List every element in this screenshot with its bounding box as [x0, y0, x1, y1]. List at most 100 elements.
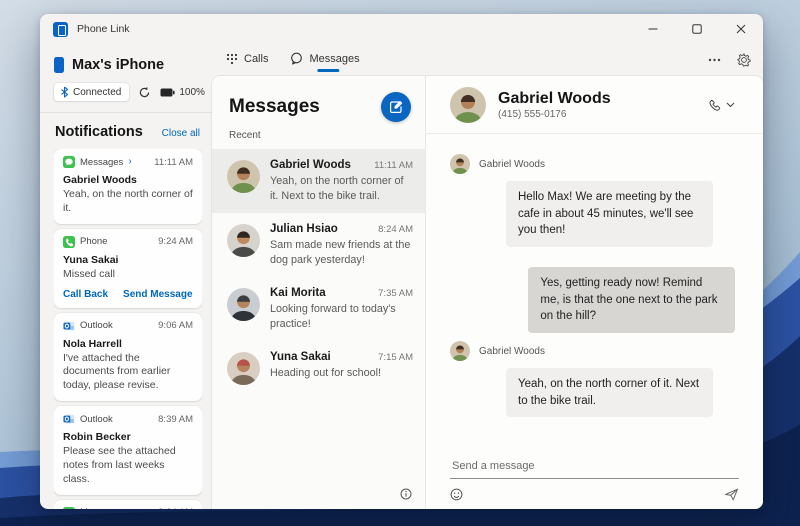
connected-status: Connected	[54, 83, 129, 101]
notification-app-name: Outlook	[80, 414, 113, 425]
message-input[interactable]	[450, 454, 739, 479]
contact-avatar	[450, 87, 486, 123]
notification-card[interactable]: Messages › 8:24 AM Julian Hsiao Sam made…	[54, 500, 202, 509]
chat-message-thread: Gabriel WoodsHello Max! We are meeting b…	[426, 134, 763, 454]
outgoing-message-row: Yes, getting ready now! Remind me, is th…	[450, 267, 737, 333]
notifications-title: Notifications	[55, 124, 143, 140]
conversation-avatar	[227, 288, 260, 321]
conversation-list: Gabriel Woods 11:11 AM Yeah, on the nort…	[212, 149, 425, 509]
notification-time: 11:11 AM	[154, 157, 193, 168]
message-sender-row: Gabriel Woods	[450, 341, 737, 361]
device-header: Max's iPhone	[54, 57, 202, 73]
conversation-item[interactable]: Kai Morita 7:35 AM Looking forward to to…	[212, 277, 425, 341]
conversation-preview: Looking forward to today's practice!	[270, 302, 413, 331]
refresh-button[interactable]	[138, 86, 151, 99]
notification-body: Yeah, on the north corner of it.	[63, 188, 193, 216]
notification-app-name: Outlook	[80, 320, 113, 331]
sidebar-divider	[40, 112, 212, 113]
outlook-app-icon	[63, 413, 75, 425]
notification-card[interactable]: Outlook › 8:39 AM Robin Becker Please se…	[54, 406, 202, 495]
conversation-preview: Yeah, on the north corner of it. Next to…	[270, 174, 413, 203]
chat-bubble-icon	[290, 52, 303, 65]
sender-name: Gabriel Woods	[479, 346, 545, 357]
messages-app-icon	[63, 507, 75, 509]
notification-body: Please see the attached notes from last …	[63, 445, 193, 487]
conversation-time: 7:15 AM	[378, 352, 413, 363]
window-title: Phone Link	[77, 23, 130, 35]
phone-app-icon	[63, 236, 75, 248]
conversation-time: 8:24 AM	[378, 224, 413, 235]
message-sender-row: Gabriel Woods	[450, 154, 737, 174]
sender-avatar	[450, 341, 470, 361]
conversation-avatar	[227, 224, 260, 257]
notification-sender: Robin Becker	[63, 431, 193, 443]
emoji-button[interactable]	[450, 488, 463, 501]
tab-messages[interactable]: Messages	[286, 47, 363, 73]
minimize-button[interactable]	[631, 14, 675, 44]
send-button[interactable]	[724, 488, 739, 501]
contact-info: Gabriel Woods (415) 555-0176	[498, 90, 611, 120]
notification-action-send-message[interactable]: Send Message	[123, 289, 192, 300]
notification-app-name: Messages	[80, 157, 123, 168]
battery-icon	[160, 88, 175, 97]
titlebar: Phone Link	[40, 14, 763, 44]
conversation-time: 7:35 AM	[378, 288, 413, 299]
composer-toolbar	[450, 488, 739, 501]
main-top-bar: Calls Messages	[212, 44, 763, 76]
contact-name: Gabriel Woods	[498, 90, 611, 108]
conversation-item[interactable]: Julian Hsiao 8:24 AM Sam made new friend…	[212, 213, 425, 277]
notifications-list: Messages › 11:11 AM Gabriel Woods Yeah, …	[54, 149, 202, 509]
messages-list-panel: Messages Recent Gabriel Woods 11:11 AM	[212, 76, 426, 509]
notification-time: 8:24 AM	[158, 507, 193, 509]
notification-time: 9:24 AM	[158, 236, 193, 247]
new-message-button[interactable]	[381, 92, 411, 122]
notification-card[interactable]: Messages › 11:11 AM Gabriel Woods Yeah, …	[54, 149, 202, 224]
phone-link-window: Phone Link Max's iPhone Connected	[40, 14, 763, 509]
notification-time: 8:39 AM	[158, 414, 193, 425]
sender-avatar	[450, 154, 470, 174]
battery-status: 100%	[160, 87, 205, 98]
conversation-item[interactable]: Yuna Sakai 7:15 AM Heading out for schoo…	[212, 341, 425, 395]
message-composer	[426, 454, 763, 509]
top-actions	[708, 53, 751, 67]
notification-card[interactable]: Phone › 9:24 AM Yuna Sakai Missed call C…	[54, 229, 202, 308]
messages-app-icon	[63, 156, 75, 168]
more-options-button[interactable]	[708, 58, 721, 62]
battery-percent: 100%	[179, 87, 205, 98]
phone-link-app-icon	[53, 22, 68, 37]
conversation-item[interactable]: Gabriel Woods 11:11 AM Yeah, on the nort…	[212, 149, 425, 213]
close-all-link[interactable]: Close all	[162, 128, 200, 139]
notification-body: I've attached the documents from earlier…	[63, 352, 193, 394]
chevron-down-icon	[726, 102, 735, 108]
device-sidebar: Max's iPhone Connected 100% Notification…	[40, 44, 212, 509]
chat-panel: Gabriel Woods (415) 555-0176 Gabriel Woo…	[426, 76, 763, 509]
maximize-button[interactable]	[675, 14, 719, 44]
notification-time: 9:06 AM	[158, 320, 193, 331]
notification-card[interactable]: Outlook › 9:06 AM Nola Harrell I've atta…	[54, 313, 202, 402]
recent-section-label: Recent	[212, 124, 425, 149]
chevron-right-icon: ›	[128, 157, 131, 167]
info-button[interactable]	[400, 488, 412, 500]
chat-header: Gabriel Woods (415) 555-0176	[426, 76, 763, 133]
conversation-time: 11:11 AM	[374, 160, 413, 171]
compose-icon	[389, 100, 403, 114]
window-controls	[631, 14, 763, 44]
tab-calls[interactable]: Calls	[222, 47, 272, 73]
close-button[interactable]	[719, 14, 763, 44]
notification-body: Missed call	[63, 268, 193, 282]
chevron-right-icon: ›	[128, 508, 131, 509]
conversation-avatar	[227, 352, 260, 385]
conversation-name: Julian Hsiao	[270, 223, 338, 235]
contact-phone-number: (415) 555-0176	[498, 109, 611, 120]
outgoing-message-bubble: Yes, getting ready now! Remind me, is th…	[528, 267, 735, 333]
notification-action-call-back[interactable]: Call Back	[63, 289, 108, 300]
incoming-message-row: Yeah, on the north corner of it. Next to…	[450, 361, 737, 417]
conversation-preview: Sam made new friends at the dog park yes…	[270, 238, 413, 267]
call-button[interactable]	[702, 95, 741, 116]
device-name: Max's iPhone	[72, 57, 164, 73]
notifications-header: Notifications Close all	[55, 124, 200, 140]
settings-gear-icon[interactable]	[737, 53, 751, 67]
tab-messages-label: Messages	[309, 53, 359, 65]
phone-call-icon	[708, 99, 721, 112]
bluetooth-icon	[60, 86, 69, 98]
